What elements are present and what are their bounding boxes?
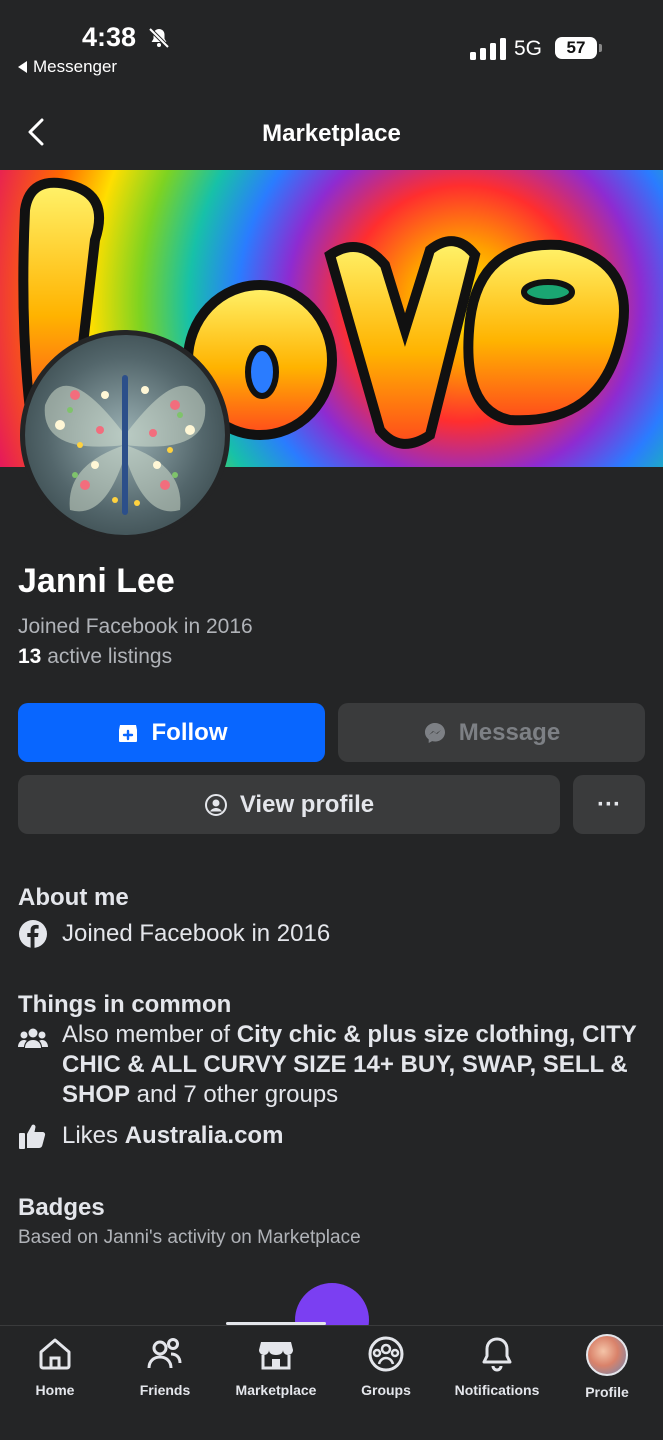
groups-prefix: Also member of [62, 1021, 237, 1048]
follow-store-icon [118, 724, 137, 742]
common-groups-row: Also member of City chic & plus size clo… [18, 1020, 643, 1110]
page-title: Marketplace [262, 120, 401, 147]
tab-groups[interactable]: Groups [331, 1334, 441, 1398]
tab-notifications-label: Notifications [454, 1382, 540, 1398]
common-groups-text: Also member of City chic & plus size clo… [62, 1020, 637, 1110]
tab-profile-label: Profile [585, 1384, 629, 1400]
common-likes-text: Likes Australia.com [62, 1121, 283, 1151]
tab-home[interactable]: Home [0, 1334, 110, 1398]
tab-groups-label: Groups [361, 1382, 411, 1398]
follow-label: Follow [151, 718, 228, 746]
profile-avatar[interactable] [20, 330, 230, 540]
liked-page-link[interactable]: Australia.com [125, 1122, 284, 1149]
profile-avatar-icon [586, 1334, 628, 1376]
groups-members-icon [18, 1028, 48, 1048]
back-to-messenger-link[interactable]: Messenger [18, 57, 117, 77]
marketplace-icon [259, 1342, 293, 1370]
groups-suffix: and 7 other groups [130, 1081, 339, 1108]
back-triangle-icon [18, 61, 27, 73]
view-profile-button[interactable]: View profile [18, 775, 560, 834]
signal-icon [470, 38, 506, 60]
nav-header: Marketplace [0, 100, 663, 170]
bottom-tab-bar: Home Friends Marketplace Groups Notifica… [0, 1325, 663, 1440]
user-circle-icon [204, 793, 227, 816]
group-link-city-chic[interactable]: City chic & plus size clothing, [237, 1021, 576, 1048]
groups-icon [368, 1336, 404, 1372]
battery-indicator: 57 [555, 37, 602, 59]
tab-home-label: Home [35, 1382, 75, 1398]
more-dots-icon: ··· [597, 790, 621, 818]
facebook-icon [19, 920, 47, 948]
bell-icon [482, 1337, 512, 1372]
tab-profile[interactable]: Profile [552, 1334, 662, 1400]
home-icon [39, 1338, 71, 1370]
listings-count: 13 [18, 645, 42, 668]
follow-button[interactable]: Follow [18, 703, 325, 762]
profile-name: Janni Lee [18, 562, 175, 600]
listings-label: active listings [41, 645, 173, 668]
butterfly-flower-art [44, 375, 206, 515]
tab-notifications[interactable]: Notifications [442, 1334, 552, 1398]
active-listings-text[interactable]: 13 active listings [18, 645, 172, 669]
status-bar: 4:38 Messenger 5G 57 [0, 0, 663, 90]
status-time: 4:38 [82, 22, 137, 52]
profile-joined-text: Joined Facebook in 2016 [18, 615, 253, 638]
common-likes-row: Likes Australia.com [18, 1121, 283, 1151]
message-button[interactable]: Message [338, 703, 645, 762]
likes-prefix: Likes [62, 1122, 125, 1149]
message-label: Message [458, 718, 561, 746]
about-section-title: About me [18, 884, 129, 911]
badges-subtitle: Based on Janni's activity on Marketplace [18, 1227, 361, 1248]
bell-off-icon [148, 27, 170, 49]
back-app-label: Messenger [33, 57, 118, 76]
network-type: 5G [514, 37, 543, 60]
more-options-button[interactable]: ··· [573, 775, 645, 834]
view-profile-label: View profile [239, 790, 375, 818]
badges-section-title: Badges [18, 1194, 105, 1221]
tab-marketplace[interactable]: Marketplace [221, 1334, 331, 1398]
common-section-title: Things in common [18, 991, 232, 1018]
about-joined-row: Joined Facebook in 2016 [18, 919, 330, 949]
tab-friends[interactable]: Friends [110, 1334, 220, 1398]
about-joined-text: Joined Facebook in 2016 [62, 920, 331, 947]
tab-marketplace-label: Marketplace [235, 1382, 317, 1398]
messenger-icon [424, 722, 445, 743]
tab-friends-label: Friends [139, 1382, 191, 1398]
friends-icon [147, 1338, 182, 1369]
thumbs-up-icon [19, 1124, 46, 1149]
